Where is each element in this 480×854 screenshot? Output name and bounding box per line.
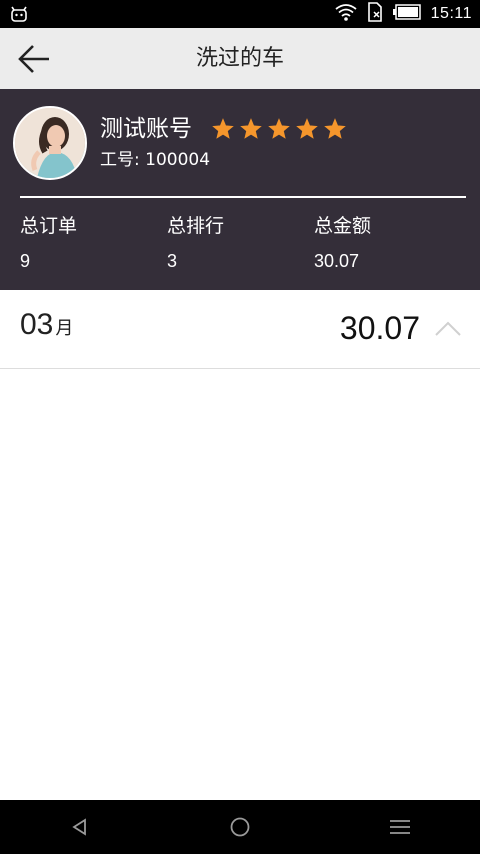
employee-id: 工号: 100004: [100, 150, 211, 170]
arrow-left-icon: [18, 45, 49, 73]
star-icon: [324, 118, 346, 139]
stat-label: 总排行: [167, 215, 225, 237]
nav-back-button[interactable]: [65, 812, 95, 842]
back-button[interactable]: [14, 39, 54, 79]
back-triangle-icon: [72, 818, 86, 836]
stat-label: 总订单: [20, 215, 78, 237]
avatar[interactable]: [13, 106, 87, 180]
star-icon: [296, 118, 318, 139]
navigation-bar: [0, 800, 480, 854]
app-bar: 洗过的车: [0, 28, 480, 89]
stat-total-amount: 总金额 30.07: [314, 213, 454, 273]
star-icon: [268, 118, 290, 139]
stat-total-orders: 总订单 9: [20, 213, 160, 273]
status-icons: 15:11: [335, 0, 472, 28]
stats-row: 总订单 9 总排行 3 总金额 30.07: [20, 213, 466, 273]
screen: 15:11 洗过的车 测试账号 工号: 100004 总订单 9 总排行 3 总…: [0, 0, 480, 854]
profile-name: 测试账号: [100, 116, 192, 142]
star-icon: [212, 118, 234, 139]
month-amount: 30.07: [339, 310, 420, 346]
stat-value: 3: [167, 251, 178, 271]
nav-menu-button[interactable]: [385, 812, 415, 842]
profile-header: 测试账号 工号: 100004 总订单 9 总排行 3 总金额 30.07: [0, 89, 480, 290]
sim-icon: [367, 2, 383, 26]
month-label: 03 月: [20, 308, 73, 342]
stat-total-rank: 总排行 3: [167, 213, 307, 273]
stat-label: 总金额: [314, 215, 372, 237]
home-circle-icon: [230, 817, 250, 837]
rating-stars: [212, 118, 346, 140]
stat-value: 30.07: [314, 251, 360, 271]
wifi-icon: [335, 3, 357, 25]
month-unit: 月: [55, 318, 74, 339]
battery-icon: [392, 4, 421, 24]
chevron-up-icon[interactable]: [434, 318, 462, 338]
menu-lines-icon: [390, 820, 410, 834]
month-number: 03: [20, 308, 54, 341]
month-group-header[interactable]: 03 月 30.07: [0, 290, 480, 369]
android-icon: [10, 5, 28, 23]
page-title: 洗过的车: [195, 46, 284, 71]
stat-value: 9: [20, 251, 31, 271]
nav-home-button[interactable]: [225, 812, 255, 842]
divider: [20, 196, 466, 198]
star-icon: [240, 118, 262, 139]
status-bar: 15:11: [0, 0, 480, 28]
status-time: 15:11: [430, 5, 472, 22]
